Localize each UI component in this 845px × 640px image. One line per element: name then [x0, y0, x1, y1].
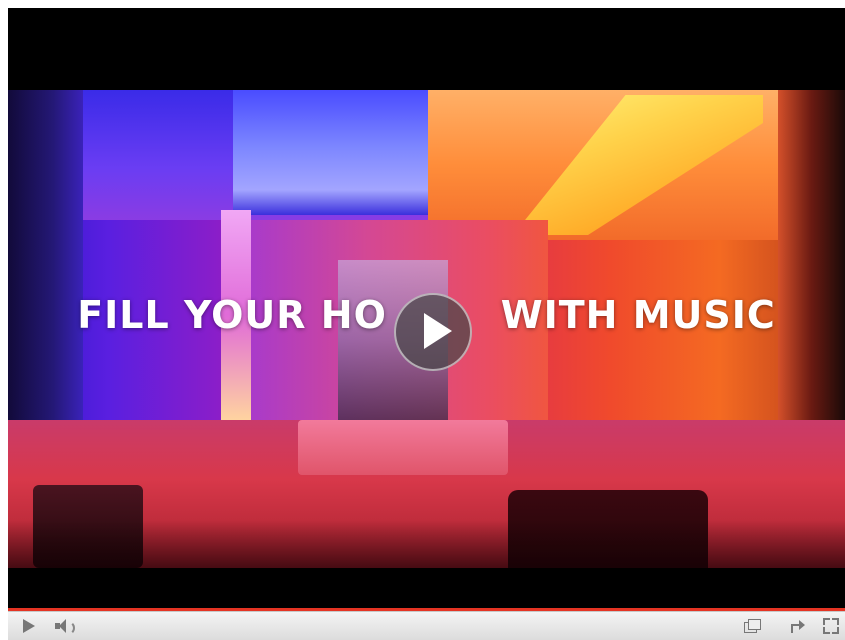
popout-button[interactable] [741, 615, 763, 637]
fullscreen-icon [823, 618, 839, 634]
big-play-button[interactable] [394, 293, 472, 371]
control-bar [8, 611, 845, 640]
play-icon [23, 619, 35, 633]
volume-icon [55, 618, 75, 635]
fullscreen-button[interactable] [820, 615, 842, 637]
popout-icon [744, 619, 761, 633]
share-button[interactable] [785, 615, 807, 637]
video-area[interactable]: FILL YOUR HO WITH MUSIC [8, 8, 845, 608]
video-player: FILL YOUR HO WITH MUSIC [8, 8, 845, 640]
play-button[interactable] [18, 615, 40, 637]
volume-button[interactable] [52, 615, 78, 637]
share-icon [788, 619, 805, 633]
